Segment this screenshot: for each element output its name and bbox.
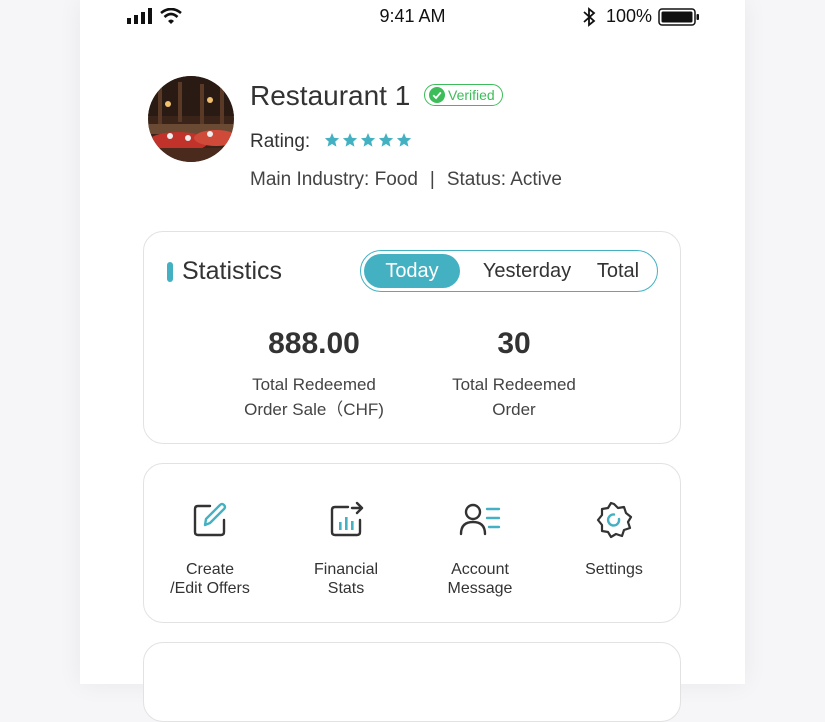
tab-total[interactable]: Total [586,254,650,288]
battery-icon [658,8,699,26]
phone-screen: 9:41 AM 100% Restaurant 1 Verified Ratin… [80,0,745,722]
account-message-button[interactable]: Account Message [410,500,550,598]
financial-stats-button[interactable]: Financial Stats [276,500,416,598]
restaurant-meta: Main Industry: Food | Status: Active [250,169,562,191]
create-edit-offers-label: Create /Edit Offers [170,561,250,597]
industry-text: Main Industry: Food [250,169,418,190]
star-icon [324,133,340,147]
verified-label: Verified [448,87,495,103]
restaurant-avatar [148,76,234,162]
total-order-label: Total Redeemed Order [452,375,576,419]
check-icon [429,87,445,103]
star-icon [342,133,358,147]
financial-stats-label: Financial Stats [313,561,379,597]
total-sale-label: Total Redeemed Order Sale（CHF) [244,375,384,419]
actions-card: Create /Edit Offers Financial Stats Acco… [143,463,681,623]
stats-icon [330,501,364,537]
bottom-card [143,642,681,722]
create-edit-offers-button[interactable]: Create /Edit Offers [140,500,280,598]
verified-badge: Verified [424,84,503,106]
total-sale-value: 888.00 [268,327,360,360]
star-icon [378,133,394,147]
bluetooth-icon [583,7,596,27]
star-icon [360,133,376,147]
rating-stars [324,132,412,148]
status-text: Status: Active [446,169,562,190]
edit-icon [193,502,227,537]
gear-icon [596,501,633,539]
rating-label: Rating: [250,131,311,152]
star-icon [396,133,412,147]
statistics-card: Statistics Today Yesterday Total 888.00 … [143,231,681,444]
period-switcher: Today Yesterday Total [360,250,658,292]
restaurant-name: Restaurant 1 [250,80,411,111]
status-bar: 9:41 AM 100% [80,0,745,34]
battery-percent: 100% [606,6,653,26]
total-order-value: 30 [497,327,531,360]
account-message-label: Account Message [447,561,513,597]
tab-today[interactable]: Today [364,254,460,288]
tab-yesterday[interactable]: Yesterday [473,254,581,288]
meta-separator: | [429,169,435,190]
statistics-accent-bar [167,262,173,282]
account-message-icon [459,503,501,536]
statistics-title: Statistics [182,257,283,285]
settings-button[interactable]: Settings [544,500,684,579]
settings-label: Settings [585,561,643,578]
